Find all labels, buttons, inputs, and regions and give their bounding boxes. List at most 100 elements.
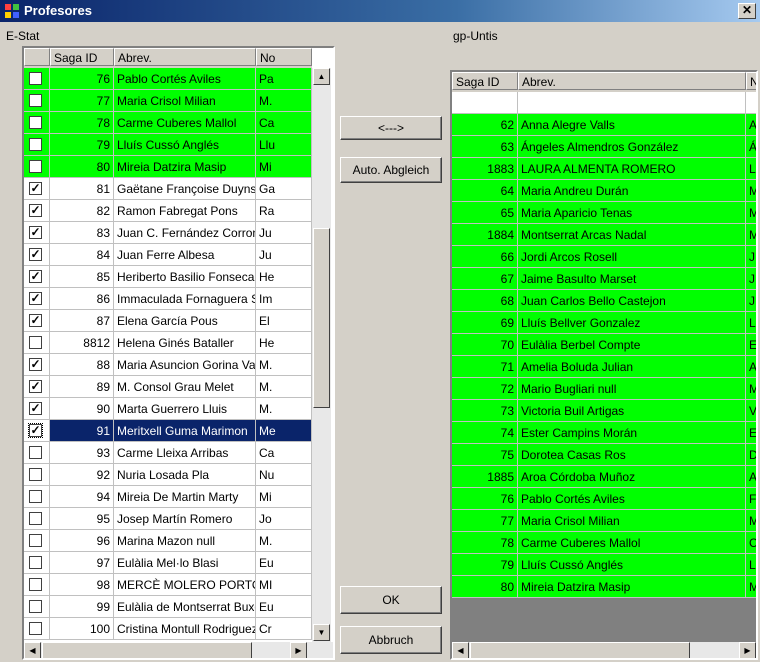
row-checkbox[interactable]: ✓: [29, 226, 42, 239]
table-row[interactable]: 80 Mireia Datzira Masip M: [452, 576, 756, 598]
scroll-thumb[interactable]: [313, 228, 330, 408]
right-header-saga-id[interactable]: Saga ID: [452, 72, 518, 90]
table-row[interactable]: 95 Josep Martín Romero Jo: [24, 508, 312, 530]
hscroll-thumb[interactable]: [470, 642, 690, 658]
scroll-left-button[interactable]: ◀: [452, 642, 469, 658]
row-checkbox[interactable]: [29, 556, 42, 569]
table-row[interactable]: ✓ 90 Marta Guerrero Lluis M.: [24, 398, 312, 420]
table-row[interactable]: 80 Mireia Datzira Masip Mi: [24, 156, 312, 178]
checkbox-cell[interactable]: [24, 574, 50, 596]
table-row[interactable]: 64 Maria Andreu Durán M: [452, 180, 756, 202]
table-row[interactable]: 94 Mireia De Martin Marty Mi: [24, 486, 312, 508]
table-row[interactable]: ✓ 84 Juan Ferre Albesa Ju: [24, 244, 312, 266]
row-checkbox[interactable]: [29, 600, 42, 613]
table-row[interactable]: 63 Ángeles Almendros González Á: [452, 136, 756, 158]
table-row[interactable]: ✓ 91 Meritxell Guma Marimon Me: [24, 420, 312, 442]
checkbox-cell[interactable]: [24, 486, 50, 508]
checkbox-cell[interactable]: ✓: [24, 244, 50, 266]
left-vertical-scrollbar[interactable]: ▲ ▼: [312, 68, 331, 642]
row-checkbox[interactable]: ✓: [29, 248, 42, 261]
table-row[interactable]: ✓ 87 Elena García Pous El: [24, 310, 312, 332]
checkbox-cell[interactable]: [24, 618, 50, 640]
row-checkbox[interactable]: ✓: [29, 402, 42, 415]
checkbox-cell[interactable]: ✓: [24, 420, 50, 442]
table-row[interactable]: 77 Maria Crisol Milian M: [452, 510, 756, 532]
hscroll-thumb[interactable]: [42, 642, 252, 658]
auto-match-button[interactable]: Auto. Abgleich: [340, 157, 442, 183]
table-row[interactable]: 76 Pablo Cortés Aviles Pa: [24, 68, 312, 90]
row-checkbox[interactable]: ✓: [29, 182, 42, 195]
table-row[interactable]: [452, 92, 756, 114]
table-row[interactable]: 96 Marina Mazon null M.: [24, 530, 312, 552]
table-row[interactable]: 78 Carme Cuberes Mallol C: [452, 532, 756, 554]
table-row[interactable]: ✓ 81 Gaëtane Françoise Duyns Ga: [24, 178, 312, 200]
checkbox-cell[interactable]: [24, 530, 50, 552]
row-checkbox[interactable]: ✓: [28, 423, 43, 438]
table-row[interactable]: 92 Nuria Losada Pla Nu: [24, 464, 312, 486]
row-checkbox[interactable]: ✓: [29, 204, 42, 217]
table-row[interactable]: 74 Ester Campins Morán E: [452, 422, 756, 444]
table-row[interactable]: ✓ 88 Maria Asuncion Gorina Va M.: [24, 354, 312, 376]
table-row[interactable]: 1885 Aroa Córdoba Muñoz A: [452, 466, 756, 488]
checkbox-cell[interactable]: [24, 156, 50, 178]
table-row[interactable]: 97 Eulàlia Mel·lo Blasi Eu: [24, 552, 312, 574]
row-checkbox[interactable]: ✓: [29, 314, 42, 327]
row-checkbox[interactable]: [29, 138, 42, 151]
scroll-right-button[interactable]: ▶: [290, 642, 307, 658]
checkbox-cell[interactable]: [24, 90, 50, 112]
table-row[interactable]: 76 Pablo Cortés Aviles F: [452, 488, 756, 510]
table-row[interactable]: 70 Eulàlia Berbel Compte E: [452, 334, 756, 356]
row-checkbox[interactable]: [29, 534, 42, 547]
table-row[interactable]: 78 Carme Cuberes Mallol Ca: [24, 112, 312, 134]
checkbox-cell[interactable]: ✓: [24, 200, 50, 222]
row-checkbox[interactable]: [29, 512, 42, 525]
table-row[interactable]: 69 Lluís Bellver Gonzalez L: [452, 312, 756, 334]
scroll-up-button[interactable]: ▲: [313, 68, 330, 85]
table-row[interactable]: 98 MERCÈ MOLERO PORTO MI: [24, 574, 312, 596]
checkbox-cell[interactable]: ✓: [24, 376, 50, 398]
row-checkbox[interactable]: [29, 622, 42, 635]
row-checkbox[interactable]: [29, 94, 42, 107]
cancel-button[interactable]: Abbruch: [340, 626, 442, 654]
scroll-right-button[interactable]: ▶: [739, 642, 756, 658]
table-row[interactable]: 1884 Montserrat Arcas Nadal M: [452, 224, 756, 246]
row-checkbox[interactable]: [29, 116, 42, 129]
checkbox-cell[interactable]: [24, 112, 50, 134]
table-row[interactable]: 79 Lluís Cussó Anglés Llu: [24, 134, 312, 156]
right-horizontal-scrollbar[interactable]: ◀ ▶: [452, 642, 756, 658]
left-header-checkbox[interactable]: [24, 48, 50, 66]
scroll-left-button[interactable]: ◀: [24, 642, 41, 658]
swap-button[interactable]: <--->: [340, 116, 442, 140]
checkbox-cell[interactable]: [24, 134, 50, 156]
table-row[interactable]: ✓ 86 Immaculada Fornaguera S Im: [24, 288, 312, 310]
close-button[interactable]: ✕: [738, 3, 756, 19]
table-row[interactable]: 79 Lluís Cussó Anglés L: [452, 554, 756, 576]
checkbox-cell[interactable]: ✓: [24, 266, 50, 288]
table-row[interactable]: 93 Carme Lleixa Arribas Ca: [24, 442, 312, 464]
table-row[interactable]: 73 Victoria Buil Artigas V: [452, 400, 756, 422]
row-checkbox[interactable]: [29, 72, 42, 85]
right-header-name[interactable]: N: [746, 72, 756, 90]
table-row[interactable]: ✓ 89 M. Consol Grau Melet M.: [24, 376, 312, 398]
right-teacher-list[interactable]: Saga ID Abrev. N 62 Anna Alegre Valls A 63 Á…: [450, 70, 758, 660]
checkbox-cell[interactable]: ✓: [24, 178, 50, 200]
row-checkbox[interactable]: [29, 468, 42, 481]
table-row[interactable]: 67 Jaime Basulto Marset J: [452, 268, 756, 290]
table-row[interactable]: 75 Dorotea Casas Ros D: [452, 444, 756, 466]
left-header-name[interactable]: No: [256, 48, 312, 66]
row-checkbox[interactable]: ✓: [29, 292, 42, 305]
table-row[interactable]: 99 Eulàlia de Montserrat Buxó Eu: [24, 596, 312, 618]
row-checkbox[interactable]: ✓: [29, 270, 42, 283]
left-teacher-list[interactable]: Saga ID Abrev. No 76 Pablo Cortés Aviles P…: [22, 46, 335, 660]
table-row[interactable]: 68 Juan Carlos Bello Castejon J: [452, 290, 756, 312]
row-checkbox[interactable]: ✓: [29, 380, 42, 393]
table-row[interactable]: 65 Maria Aparicio Tenas M: [452, 202, 756, 224]
checkbox-cell[interactable]: ✓: [24, 354, 50, 376]
checkbox-cell[interactable]: [24, 508, 50, 530]
checkbox-cell[interactable]: [24, 464, 50, 486]
row-checkbox[interactable]: [29, 446, 42, 459]
right-header-abrev[interactable]: Abrev.: [518, 72, 746, 90]
checkbox-cell[interactable]: ✓: [24, 310, 50, 332]
left-header-saga-id[interactable]: Saga ID: [50, 48, 114, 66]
checkbox-cell[interactable]: ✓: [24, 288, 50, 310]
